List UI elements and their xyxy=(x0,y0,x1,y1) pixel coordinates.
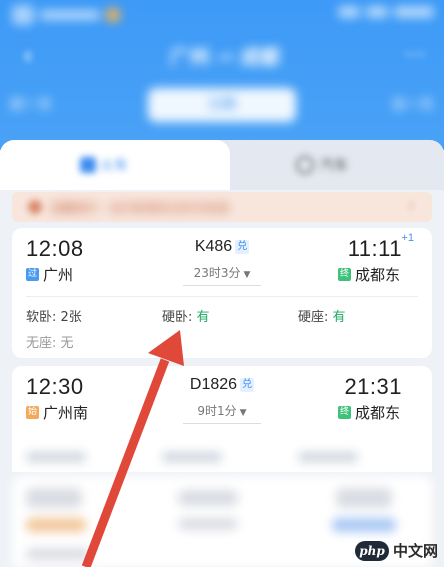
next-day-link[interactable]: 后一天 xyxy=(364,94,434,116)
notification-icon xyxy=(106,8,120,22)
terminal-tag: 终 xyxy=(337,268,351,281)
app-icon xyxy=(12,5,34,25)
tab-train-label: 火车 xyxy=(100,158,128,174)
seat-value: 无 xyxy=(60,336,74,351)
seat-blurred xyxy=(162,452,222,462)
chevron-right-icon: › xyxy=(408,198,414,214)
seat-blurred xyxy=(26,452,86,462)
seat-value: 有 xyxy=(332,310,346,325)
seat-soft-sleeper: 软卧: 2张 xyxy=(26,306,82,325)
back-arrow-icon[interactable]: ‹ xyxy=(16,43,40,69)
train-number xyxy=(178,490,238,506)
route-title: 广州 ⇀ 成都 xyxy=(169,45,281,69)
train-card[interactable]: 12:30 D1826 兑 21:31 始 广州南 9时1分 ▼ 终 成都东 xyxy=(12,366,432,472)
prev-day-link[interactable]: 前一天 xyxy=(10,94,80,116)
duration-text: 9时1分 xyxy=(197,404,237,418)
seat-label: 无座: xyxy=(26,336,61,351)
chevron-down-icon: ▼ xyxy=(243,270,251,280)
tab-bus-label: 汽车 xyxy=(320,158,348,174)
train-icon xyxy=(80,157,96,173)
seat-blurred xyxy=(26,548,90,560)
arrival-station-name: 成都东 xyxy=(354,266,400,284)
arrival-time xyxy=(336,488,392,508)
duration-text: 23时3分 xyxy=(193,266,241,280)
travel-duration xyxy=(178,518,238,530)
more-icon[interactable]: ⋯ xyxy=(400,44,430,68)
seat-hard-sleeper: 硬卧: 有 xyxy=(162,306,210,325)
wifi-icon xyxy=(366,6,388,18)
status-text xyxy=(40,10,100,20)
seat-label: 硬卧: xyxy=(162,310,197,325)
seat-label: 软卧: xyxy=(26,310,61,325)
notice-text: 温馨提示 · 出行前请关注车次信息 xyxy=(50,200,230,215)
watermark-text: 中文网 xyxy=(392,542,438,560)
seat-availability-row xyxy=(26,448,418,466)
arrival-station-name: 成都东 xyxy=(354,404,400,422)
tab-train[interactable]: 火车 xyxy=(0,140,230,190)
arrival-station: 终 成都东 xyxy=(337,264,400,285)
arrival-station xyxy=(332,518,396,532)
chevron-down-icon: ▼ xyxy=(239,408,247,418)
exchange-badge: 兑 xyxy=(235,240,250,254)
battery-icon xyxy=(394,6,434,18)
terminal-tag: 终 xyxy=(337,406,351,419)
seat-label: 硬座: xyxy=(298,310,333,325)
status-bar-left xyxy=(12,4,132,26)
bus-icon xyxy=(296,156,314,174)
tab-train-inner: 火车 xyxy=(80,154,140,176)
departure-station xyxy=(26,518,86,532)
train-number-text: K486 xyxy=(194,238,233,255)
divider xyxy=(26,296,418,297)
mode-tabs: 火车 汽车 xyxy=(0,140,444,190)
tab-bus[interactable]: 汽车 xyxy=(296,154,376,176)
watermark: php 中文网 xyxy=(354,540,438,561)
top-header: ‹ 广州 ⇀ 成都 ⋯ 前一天 日期 后一天 xyxy=(0,0,444,150)
seat-value: 有 xyxy=(196,310,210,325)
departure-time xyxy=(26,488,82,508)
signal-icon xyxy=(338,6,360,18)
arrival-time: 21:31 xyxy=(344,374,402,399)
next-day-badge: +1 xyxy=(401,232,414,244)
duration-underline xyxy=(183,423,261,424)
train-card[interactable]: 12:08 K486 兑 11:11 +1 过 广州 23时3分 ▼ 终 成都东 软… xyxy=(12,228,432,358)
alert-icon xyxy=(28,200,42,214)
arrival-time: 11:11 xyxy=(347,236,402,261)
duration-underline xyxy=(183,285,261,286)
seat-value: 2张 xyxy=(60,310,82,325)
notice-banner[interactable]: 温馨提示 · 出行前请关注车次信息 › xyxy=(12,192,432,222)
seat-standing: 无座: 无 xyxy=(26,332,74,351)
status-bar-right xyxy=(324,6,434,22)
seat-blurred xyxy=(298,452,358,462)
arrival-station: 终 成都东 xyxy=(337,402,400,423)
train-number-text: D1826 xyxy=(189,376,238,393)
date-selector[interactable]: 日期 xyxy=(148,88,296,122)
watermark-logo: php xyxy=(354,540,389,561)
exchange-badge: 兑 xyxy=(240,378,255,392)
seat-hard-seat: 硬座: 有 xyxy=(298,306,346,325)
